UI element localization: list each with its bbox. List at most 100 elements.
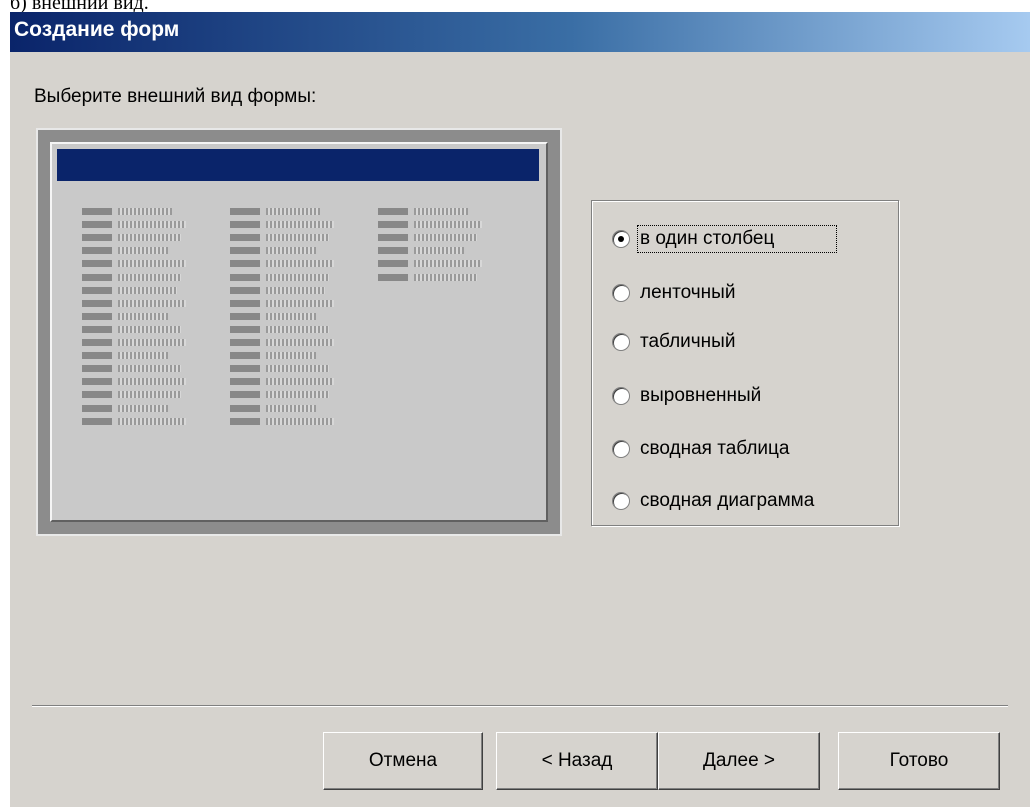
preview-field-value <box>414 260 482 267</box>
form-wizard-dialog: Создание форм Выберите внешний вид формы… <box>10 12 1030 807</box>
preview-field-value <box>266 208 320 215</box>
preview-field-label <box>378 274 408 281</box>
preview-field-label <box>230 352 260 359</box>
preview-field-label <box>230 287 260 294</box>
radio-icon[interactable] <box>612 284 630 302</box>
preview-field-label <box>82 208 112 215</box>
preview-field-value <box>118 352 168 359</box>
preview-field-label <box>230 418 260 425</box>
preview-field-label <box>230 300 260 307</box>
cancel-button[interactable]: Отмена <box>323 732 483 790</box>
preview-field-value <box>266 378 334 385</box>
preview-field-label <box>82 339 112 346</box>
preview-field-label <box>230 326 260 333</box>
preview-field-label <box>82 260 112 267</box>
preview-field-value <box>118 274 181 281</box>
option-columnar[interactable]: в один столбец <box>612 224 838 254</box>
preview-form-header <box>57 149 539 181</box>
preview-field-label <box>230 365 260 372</box>
preview-field-label <box>82 418 112 425</box>
option-label: выровненный <box>640 385 762 406</box>
preview-field-label <box>230 339 260 346</box>
preview-field-value <box>266 391 329 398</box>
option-pivot-chart[interactable]: сводная диаграмма <box>612 486 814 516</box>
title-bar: Создание форм <box>10 12 1030 52</box>
preview-field-label <box>230 208 260 215</box>
next-button[interactable]: Далее > <box>658 732 820 790</box>
preview-field-value <box>118 418 186 425</box>
preview-field-label <box>82 234 112 241</box>
preview-field-value <box>118 405 168 412</box>
finish-button[interactable]: Готово <box>838 732 1000 790</box>
preview-field-value <box>118 391 181 398</box>
preview-field-value <box>118 221 186 228</box>
preview-field-label <box>82 378 112 385</box>
preview-field-value <box>118 247 168 254</box>
preview-field-value <box>118 339 186 346</box>
preview-field-label <box>378 234 408 241</box>
preview-field-value <box>266 365 329 372</box>
preview-field-label <box>82 326 112 333</box>
option-label: табличный <box>640 331 736 352</box>
preview-field-value <box>118 326 181 333</box>
preview-field-value <box>118 313 168 320</box>
layout-preview <box>36 128 562 536</box>
radio-icon[interactable] <box>612 333 630 351</box>
preview-field-label <box>82 221 112 228</box>
preview-field-value <box>266 352 316 359</box>
preview-field-label <box>82 247 112 254</box>
radio-icon[interactable] <box>612 492 630 510</box>
preview-field-value <box>266 260 334 267</box>
radio-icon[interactable] <box>612 440 630 458</box>
preview-field-label <box>230 378 260 385</box>
preview-field-label <box>230 234 260 241</box>
preview-field-value <box>118 378 186 385</box>
preview-field-value <box>266 313 316 320</box>
preview-field-value <box>266 274 329 281</box>
layout-prompt: Выберите внешний вид формы: <box>34 86 317 107</box>
preview-field-value <box>414 234 477 241</box>
preview-field-label <box>378 208 408 215</box>
preview-field-label <box>230 391 260 398</box>
preview-field-label <box>230 260 260 267</box>
preview-field-value <box>266 418 334 425</box>
option-pivot-table[interactable]: сводная таблица <box>612 434 789 464</box>
preview-field-value <box>414 208 468 215</box>
preview-field-value <box>266 221 334 228</box>
preview-field-value <box>118 365 181 372</box>
preview-field-label <box>230 274 260 281</box>
preview-field-label <box>230 405 260 412</box>
preview-field-label <box>230 313 260 320</box>
preview-field-value <box>266 405 316 412</box>
preview-field-value <box>414 221 482 228</box>
option-datasheet[interactable]: табличный <box>612 327 735 357</box>
preview-field-value <box>266 287 325 294</box>
preview-field-label <box>82 300 112 307</box>
preview-field-value <box>266 247 316 254</box>
preview-field-label <box>82 365 112 372</box>
preview-field-label <box>230 247 260 254</box>
preview-form <box>50 142 548 522</box>
back-button[interactable]: < Назад <box>496 732 658 790</box>
option-label: сводная диаграмма <box>640 490 815 511</box>
preview-field-label <box>82 287 112 294</box>
radio-icon[interactable] <box>612 230 630 248</box>
preview-field-value <box>266 234 329 241</box>
option-label: ленточный <box>640 282 736 303</box>
preview-field-label <box>378 221 408 228</box>
layout-options-group: в один столбец ленточный табличный выров… <box>591 200 899 526</box>
divider <box>32 705 1008 707</box>
option-label: в один столбец <box>636 225 838 253</box>
preview-field-label <box>82 391 112 398</box>
preview-field-label <box>82 405 112 412</box>
window-title: Создание форм <box>14 18 180 41</box>
option-label: сводная таблица <box>640 438 790 459</box>
radio-icon[interactable] <box>612 387 630 405</box>
preview-field-value <box>266 300 334 307</box>
option-justified[interactable]: выровненный <box>612 381 761 411</box>
option-tabular[interactable]: ленточный <box>612 278 735 308</box>
preview-field-value <box>266 339 334 346</box>
preview-field-value <box>414 247 464 254</box>
preview-field-label <box>82 313 112 320</box>
preview-field-value <box>118 208 172 215</box>
